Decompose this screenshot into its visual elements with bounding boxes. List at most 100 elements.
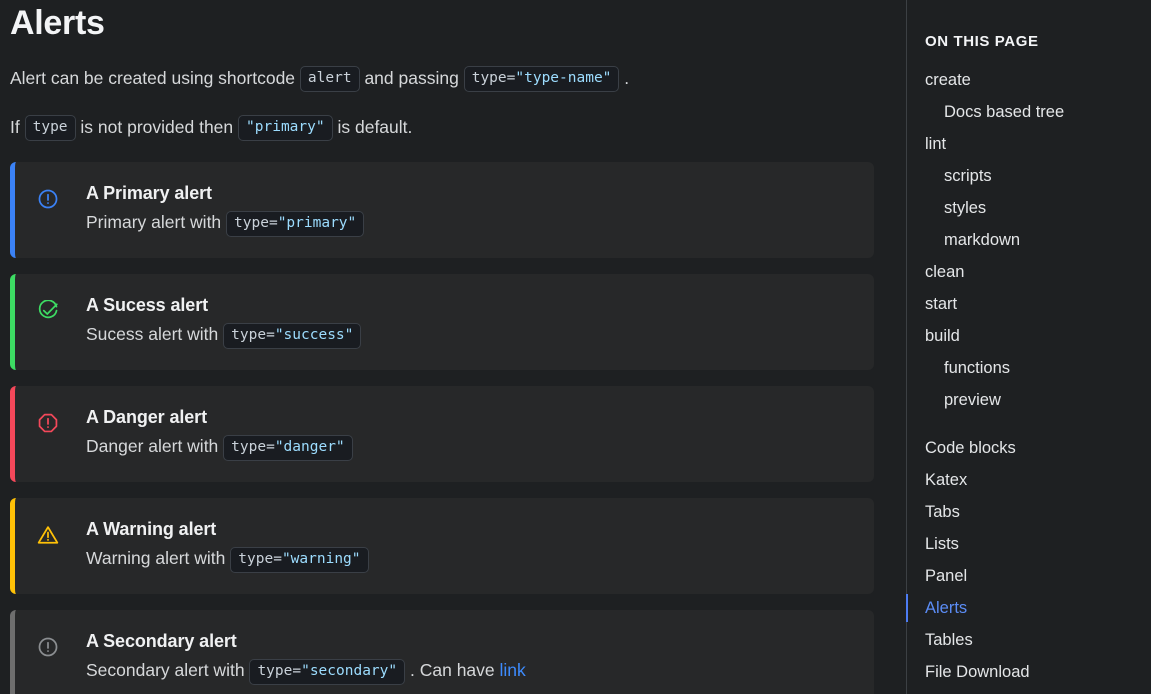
toc-rail-divider xyxy=(906,0,907,694)
toc-item-scripts[interactable]: scripts xyxy=(925,160,1151,192)
toc-link[interactable]: scripts xyxy=(925,160,1151,192)
intro-text-2a: If xyxy=(10,117,20,137)
toc-link[interactable]: functions xyxy=(925,352,1151,384)
page-title: Alerts xyxy=(10,3,874,43)
toc-item-clean[interactable]: clean xyxy=(925,256,1151,288)
toc-link[interactable]: Lists xyxy=(925,528,1151,560)
alert-title: A Secondary alert xyxy=(86,630,856,652)
toc-link[interactable]: preview xyxy=(925,384,1151,416)
code-key: type xyxy=(231,327,266,343)
toc-link[interactable]: lint xyxy=(925,128,1151,160)
toc-link[interactable]: Katex xyxy=(925,464,1151,496)
check-circle-icon xyxy=(37,300,59,322)
triangle-exclamation-icon xyxy=(37,524,59,546)
alert-body: A Sucess alert Sucess alert with type="s… xyxy=(86,294,856,349)
toc-link[interactable]: clean xyxy=(925,256,1151,288)
alert-text: Secondary alert with xyxy=(86,660,245,680)
intro-text-1c: . xyxy=(624,68,629,88)
intro-text-2b: is not provided then xyxy=(80,117,233,137)
intro-text-2c: is default. xyxy=(337,117,412,137)
toc-link[interactable]: Docs based tree xyxy=(925,96,1151,128)
alert-text: Primary alert with xyxy=(86,212,221,232)
alert-body: A Secondary alert Secondary alert with t… xyxy=(86,630,856,685)
octagon-exclamation-icon xyxy=(37,412,59,434)
toc-item-panel[interactable]: Panel xyxy=(925,560,1151,592)
toc-group-1: create Docs based tree lint scripts styl… xyxy=(925,64,1151,416)
code-string: "type-name" xyxy=(515,70,611,86)
code-string: "secondary" xyxy=(301,663,397,679)
inline-link[interactable]: link xyxy=(500,660,526,680)
alert-description: Danger alert with type="danger" xyxy=(86,433,856,461)
code-equals: = xyxy=(273,551,282,567)
code-equals: = xyxy=(266,439,275,455)
toc-item-lint[interactable]: lint xyxy=(925,128,1151,160)
toc-group-2: Code blocks Katex Tabs Lists Panel Alert… xyxy=(925,432,1151,688)
code-chip-type: type xyxy=(25,115,76,141)
alert-title: A Sucess alert xyxy=(86,294,856,316)
toc-item-build[interactable]: build xyxy=(925,320,1151,352)
toc-item-start[interactable]: start xyxy=(925,288,1151,320)
code-chip-type-name: type="type-name" xyxy=(464,66,620,92)
code-chip-type-danger: type="danger" xyxy=(223,435,353,461)
toc-item-markdown[interactable]: markdown xyxy=(925,224,1151,256)
toc-item-functions[interactable]: functions xyxy=(925,352,1151,384)
code-chip-primary-default: "primary" xyxy=(238,115,333,141)
alert-title: A Danger alert xyxy=(86,406,856,428)
alert-text: Sucess alert with xyxy=(86,324,218,344)
toc-item-code-blocks[interactable]: Code blocks xyxy=(925,432,1151,464)
toc-link[interactable]: Panel xyxy=(925,560,1151,592)
alert-text: Danger alert with xyxy=(86,436,218,456)
docs-page: Alerts Alert can be created using shortc… xyxy=(0,0,1151,694)
alert-body: A Warning alert Warning alert with type=… xyxy=(86,518,856,573)
toc-link[interactable]: Code blocks xyxy=(925,432,1151,464)
toc-item-file-download[interactable]: File Download xyxy=(925,656,1151,688)
on-this-page-sidebar: ON THIS PAGE create Docs based tree lint… xyxy=(906,0,1151,694)
toc-link[interactable]: build xyxy=(925,320,1151,352)
toc-link[interactable]: create xyxy=(925,64,1151,96)
toc-inner: ON THIS PAGE create Docs based tree lint… xyxy=(906,0,1151,688)
intro-paragraph-2: If type is not provided then "primary" i… xyxy=(10,114,874,141)
intro-text-1b: and passing xyxy=(364,68,458,88)
toc-section-gap xyxy=(925,416,1151,432)
intro-paragraph-1: Alert can be created using shortcode ale… xyxy=(10,65,874,92)
alert-list: A Primary alert Primary alert with type=… xyxy=(10,162,874,694)
code-key: type xyxy=(472,70,507,86)
toc-item-tables[interactable]: Tables xyxy=(925,624,1151,656)
alert-text: Warning alert with xyxy=(86,548,225,568)
alert-description: Secondary alert with type="secondary" . … xyxy=(86,657,856,685)
alert-success: A Sucess alert Sucess alert with type="s… xyxy=(10,274,874,370)
toc-item-alerts[interactable]: Alerts xyxy=(925,592,1151,624)
code-chip-alert: alert xyxy=(300,66,360,92)
code-equals: = xyxy=(266,327,275,343)
alert-warning: A Warning alert Warning alert with type=… xyxy=(10,498,874,594)
toc-item-tabs[interactable]: Tabs xyxy=(925,496,1151,528)
toc-link[interactable]: Alerts xyxy=(925,592,1151,624)
intro-text-1a: Alert can be created using shortcode xyxy=(10,68,295,88)
toc-link[interactable]: start xyxy=(925,288,1151,320)
alert-danger: A Danger alert Danger alert with type="d… xyxy=(10,386,874,482)
alert-description: Sucess alert with type="success" xyxy=(86,321,856,349)
toc-item-styles[interactable]: styles xyxy=(925,192,1151,224)
code-equals: = xyxy=(292,663,301,679)
main-content: Alerts Alert can be created using shortc… xyxy=(0,0,906,694)
toc-link[interactable]: Tabs xyxy=(925,496,1151,528)
code-string: "success" xyxy=(275,327,354,343)
toc-item-katex[interactable]: Katex xyxy=(925,464,1151,496)
code-key: type xyxy=(234,215,269,231)
alert-text-after: . Can have xyxy=(410,660,500,680)
toc-item-create[interactable]: create xyxy=(925,64,1151,96)
toc-item-lists[interactable]: Lists xyxy=(925,528,1151,560)
toc-link[interactable]: styles xyxy=(925,192,1151,224)
toc-link[interactable]: Tables xyxy=(925,624,1151,656)
alert-description: Primary alert with type="primary" xyxy=(86,209,856,237)
toc-link[interactable]: markdown xyxy=(925,224,1151,256)
toc-link[interactable]: File Download xyxy=(925,656,1151,688)
code-chip-type-warning: type="warning" xyxy=(230,547,368,573)
toc-item-preview[interactable]: preview xyxy=(925,384,1151,416)
toc-item-docs-based-tree[interactable]: Docs based tree xyxy=(925,96,1151,128)
alert-primary: A Primary alert Primary alert with type=… xyxy=(10,162,874,258)
info-circle-icon xyxy=(37,636,59,658)
code-equals: = xyxy=(269,215,278,231)
code-string: "danger" xyxy=(275,439,345,455)
code-chip-type-secondary: type="secondary" xyxy=(249,659,405,685)
